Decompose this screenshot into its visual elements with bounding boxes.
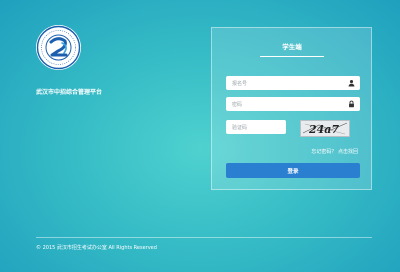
password-field[interactable]: 密码	[226, 97, 360, 111]
login-panel: 学生端 报名号 密码 验证码 24a7 忘记密码？ 点击找回 登录	[211, 27, 372, 190]
captcha-placeholder: 验证码	[232, 124, 248, 131]
forgot-password-text: 忘记密码？	[311, 149, 337, 155]
site-name: 武汉市中招综合管理平台	[36, 89, 103, 96]
tab-underline	[260, 56, 324, 57]
captcha-input[interactable]: 验证码	[226, 120, 286, 134]
username-field[interactable]: 报名号	[226, 76, 360, 90]
footer-divider	[36, 237, 372, 238]
username-placeholder: 报名号	[232, 80, 248, 87]
user-icon	[348, 80, 355, 87]
tab-student[interactable]: 学生端	[260, 41, 324, 51]
password-placeholder: 密码	[232, 101, 243, 108]
retrieve-password-link[interactable]: 点击找回	[338, 149, 358, 155]
captcha-text: 24a7	[308, 123, 339, 136]
login-button[interactable]: 登录	[226, 163, 360, 178]
zhaokao-logo-icon	[36, 25, 81, 70]
captcha-image[interactable]: 24a7	[300, 120, 350, 137]
footer-copyright: © 2015 武汉市招生考试办公室 All Rights Reserved	[36, 245, 157, 251]
forgot-password-row: 忘记密码？ 点击找回	[311, 148, 358, 155]
lock-icon	[348, 100, 355, 108]
